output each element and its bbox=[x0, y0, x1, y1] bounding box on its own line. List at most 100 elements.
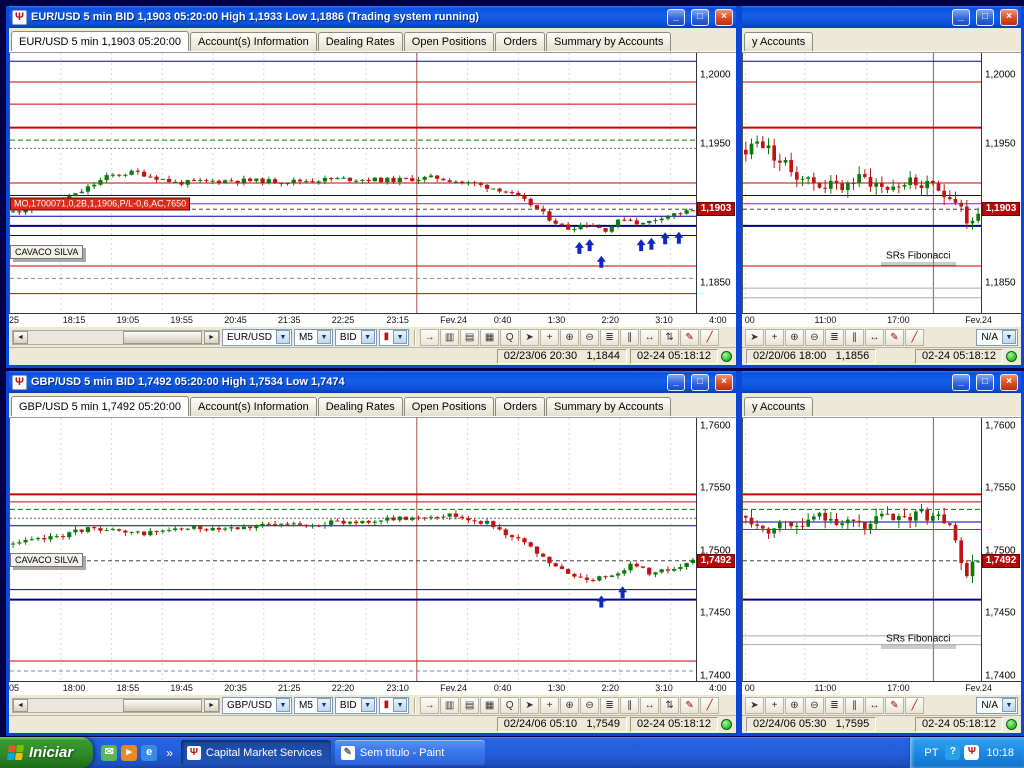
chart-type-select[interactable]: ▮▼ bbox=[379, 697, 410, 714]
close-button[interactable]: × bbox=[715, 9, 733, 26]
quotes-icon[interactable]: Q bbox=[500, 697, 519, 714]
close-button[interactable]: × bbox=[1000, 9, 1018, 26]
tab-y-accounts[interactable]: y Accounts bbox=[744, 397, 813, 416]
compare-icon[interactable]: ∥ bbox=[845, 329, 864, 346]
zoom-out-icon[interactable]: ⊖ bbox=[580, 697, 599, 714]
zoom-in-icon[interactable]: ⊕ bbox=[785, 329, 804, 346]
messenger-icon[interactable]: ✉ bbox=[101, 745, 117, 761]
dropdown-arrow-icon[interactable]: ▼ bbox=[276, 330, 290, 344]
dropdown-arrow-icon[interactable]: ▼ bbox=[317, 330, 331, 344]
fit-width-icon[interactable]: ↔ bbox=[865, 329, 884, 346]
hgrid-icon[interactable]: ▤ bbox=[460, 697, 479, 714]
taskbar-button-paint[interactable]: ✎ Sem título - Paint bbox=[335, 740, 485, 765]
candles-plot[interactable]: CAVACO SILVA bbox=[9, 418, 696, 681]
dropdown-arrow-icon[interactable]: ▼ bbox=[317, 698, 331, 712]
zoom-in-icon[interactable]: ⊕ bbox=[560, 329, 579, 346]
fit-width-icon[interactable]: ↔ bbox=[640, 697, 659, 714]
titlebar[interactable]: Ψ EUR/USD 5 min BID 1,1903 05:20:00 High… bbox=[9, 6, 736, 28]
zoom-out-icon[interactable]: ⊖ bbox=[805, 329, 824, 346]
draw-icon[interactable]: ✎ bbox=[680, 329, 699, 346]
pan-right-icon[interactable]: → bbox=[420, 329, 439, 346]
scroll-left-button[interactable]: ◄ bbox=[13, 331, 28, 344]
fit-height-icon[interactable]: ⇅ bbox=[660, 329, 679, 346]
vt-tray-icon[interactable]: Ψ bbox=[964, 745, 979, 760]
dropdown-arrow-icon[interactable]: ▼ bbox=[1002, 330, 1016, 344]
language-indicator[interactable]: PT bbox=[924, 747, 938, 759]
pointer-icon[interactable]: ➤ bbox=[520, 697, 539, 714]
side-select[interactable]: BID▼ bbox=[335, 329, 377, 346]
pointer-icon[interactable]: ➤ bbox=[745, 329, 764, 346]
candles-plot[interactable]: SRs Fibonacci bbox=[742, 53, 981, 313]
zoom-in-icon[interactable]: ⊕ bbox=[560, 697, 579, 714]
quick-launch-overflow-chevron[interactable]: » bbox=[162, 746, 177, 760]
vgrid-icon[interactable]: ▥ bbox=[440, 697, 459, 714]
scroll-right-button[interactable]: ► bbox=[204, 699, 219, 712]
dropdown-arrow-icon[interactable]: ▼ bbox=[361, 330, 375, 344]
trendline-icon[interactable]: ╱ bbox=[700, 697, 719, 714]
dropdown-arrow-icon[interactable]: ▼ bbox=[1002, 698, 1016, 712]
scroll-thumb[interactable] bbox=[123, 331, 202, 344]
maximize-button[interactable]: □ bbox=[976, 374, 994, 391]
titlebar[interactable]: Ψ GBP/USD 5 min BID 1,7492 05:20:00 High… bbox=[9, 371, 736, 393]
pan-right-icon[interactable]: → bbox=[420, 697, 439, 714]
close-button[interactable]: × bbox=[715, 374, 733, 391]
minimize-button[interactable]: _ bbox=[952, 374, 970, 391]
tab-dealing-rates[interactable]: Dealing Rates bbox=[318, 397, 403, 416]
maximize-button[interactable]: □ bbox=[976, 9, 994, 26]
indicator-icon[interactable]: ≣ bbox=[825, 697, 844, 714]
crosshair-icon[interactable]: + bbox=[540, 329, 559, 346]
tab-account-s-information[interactable]: Account(s) Information bbox=[190, 32, 317, 51]
maximize-button[interactable]: □ bbox=[691, 9, 709, 26]
chart-type-select[interactable]: ▮▼ bbox=[379, 329, 410, 346]
compare-icon[interactable]: ∥ bbox=[620, 697, 639, 714]
taskbar-clock[interactable]: 10:18 bbox=[986, 747, 1014, 759]
pointer-icon[interactable]: ➤ bbox=[745, 697, 764, 714]
crosshair-icon[interactable]: + bbox=[765, 329, 784, 346]
trendline-icon[interactable]: ╱ bbox=[905, 329, 924, 346]
chart-scrollbar[interactable]: ◄ ► bbox=[12, 698, 220, 713]
close-button[interactable]: × bbox=[1000, 374, 1018, 391]
fit-width-icon[interactable]: ↔ bbox=[865, 697, 884, 714]
start-button[interactable]: Iniciar bbox=[0, 737, 93, 768]
tab-open-positions[interactable]: Open Positions bbox=[404, 397, 495, 416]
taskbar-button-capital-market-services[interactable]: Ψ Capital Market Services bbox=[181, 740, 331, 765]
dropdown-arrow-icon[interactable]: ▼ bbox=[393, 330, 407, 344]
tab-orders[interactable]: Orders bbox=[495, 397, 545, 416]
tab-gbp-usd-5-min-1-7492-05-20-00[interactable]: GBP/USD 5 min 1,7492 05:20:00 bbox=[11, 396, 189, 416]
trendline-icon[interactable]: ╱ bbox=[700, 329, 719, 346]
compare-icon[interactable]: ∥ bbox=[845, 697, 864, 714]
tab-summary-by-accounts[interactable]: Summary by Accounts bbox=[546, 397, 671, 416]
vgrid-icon[interactable]: ▥ bbox=[440, 329, 459, 346]
feed-select[interactable]: N/A▼ bbox=[976, 697, 1018, 714]
fit-height-icon[interactable]: ⇅ bbox=[660, 697, 679, 714]
update-tray-icon[interactable]: ? bbox=[945, 745, 960, 760]
crosshair-icon[interactable]: + bbox=[765, 697, 784, 714]
fit-width-icon[interactable]: ↔ bbox=[640, 329, 659, 346]
compare-icon[interactable]: ∥ bbox=[620, 329, 639, 346]
symbol-select[interactable]: EUR/USD▼ bbox=[222, 329, 292, 346]
indicator-icon[interactable]: ≣ bbox=[600, 329, 619, 346]
full-grid-icon[interactable]: ▦ bbox=[480, 329, 499, 346]
tab-account-s-information[interactable]: Account(s) Information bbox=[190, 397, 317, 416]
tab-dealing-rates[interactable]: Dealing Rates bbox=[318, 32, 403, 51]
scroll-track[interactable] bbox=[28, 331, 204, 344]
side-select[interactable]: BID▼ bbox=[335, 697, 377, 714]
dropdown-arrow-icon[interactable]: ▼ bbox=[393, 698, 407, 712]
trendline-icon[interactable]: ╱ bbox=[905, 697, 924, 714]
window-eurusd-chart[interactable]: Ψ EUR/USD 5 min BID 1,1903 05:20:00 High… bbox=[6, 6, 739, 368]
scroll-thumb[interactable] bbox=[123, 699, 202, 712]
period-select[interactable]: M5▼ bbox=[294, 329, 333, 346]
tab-eur-usd-5-min-1-1903-05-20-00[interactable]: EUR/USD 5 min 1,1903 05:20:00 bbox=[11, 31, 189, 51]
maximize-button[interactable]: □ bbox=[691, 374, 709, 391]
candles-plot[interactable]: MO,1700071,0,2B,1,1906,P/L-0,6,AC,7650CA… bbox=[9, 53, 696, 313]
tab-summary-by-accounts[interactable]: Summary by Accounts bbox=[546, 32, 671, 51]
zoom-out-icon[interactable]: ⊖ bbox=[580, 329, 599, 346]
draw-icon[interactable]: ✎ bbox=[885, 697, 904, 714]
indicator-icon[interactable]: ≣ bbox=[825, 329, 844, 346]
candles-plot[interactable]: SRs Fibonacci bbox=[742, 418, 981, 681]
ie-icon[interactable]: e bbox=[141, 745, 157, 761]
window-eurusd-hourly[interactable]: _ □ × y Accounts SRs Fibonacci 1,20001,1… bbox=[739, 6, 1024, 368]
symbol-select[interactable]: GBP/USD▼ bbox=[222, 697, 292, 714]
chart-scrollbar[interactable]: ◄ ► bbox=[12, 330, 220, 345]
tab-orders[interactable]: Orders bbox=[495, 32, 545, 51]
